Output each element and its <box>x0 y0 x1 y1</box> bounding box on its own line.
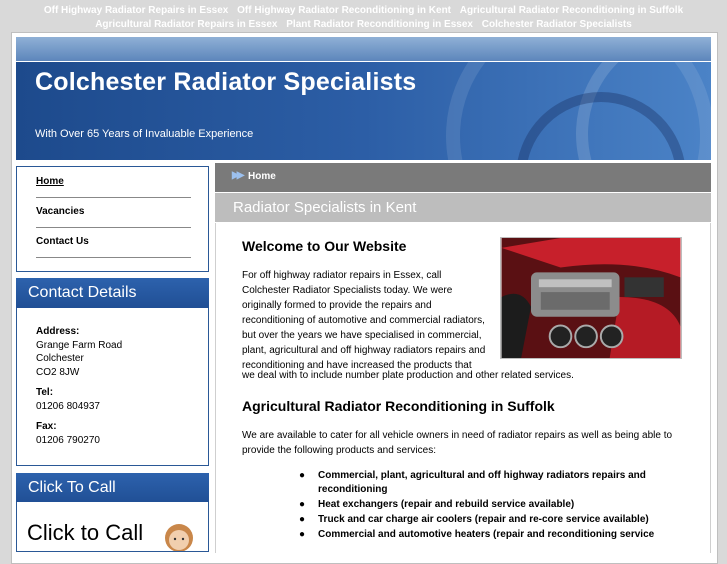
address-line: CO2 8JW <box>36 366 80 378</box>
fax-label: Fax: <box>36 421 57 432</box>
list-item: ● Heat exchangers (repair and rebuild ser… <box>242 498 682 512</box>
header-strip <box>16 37 711 61</box>
list-item: ● Commercial and automotive heaters (repa… <box>242 528 682 542</box>
welcome-heading: Welcome to Our Website <box>242 238 407 254</box>
site-tagline: With Over 65 Years of Invaluable Experie… <box>35 128 254 140</box>
services-intro: We are available to cater for all vehicl… <box>242 430 673 456</box>
nav-item-vacancies[interactable]: Vacancies <box>36 197 191 228</box>
list-item-text: Truck and car charge air coolers (repair… <box>318 514 649 525</box>
fax-number: 01206 790270 <box>36 434 100 446</box>
top-link[interactable]: Off Highway Radiator Repairs in Essex <box>44 5 229 16</box>
tel-number[interactable]: 01206 804937 <box>36 400 208 414</box>
click-to-call-text: Click to Call <box>27 520 144 545</box>
click-to-call-heading: Click To Call <box>16 473 209 503</box>
sidebar-nav: Home Vacancies Contact Us <box>16 166 209 272</box>
list-item-text: Commercial, plant, agricultural and off … <box>318 470 646 495</box>
address-line: Grange Farm Road <box>36 339 123 351</box>
tel-label: Tel: <box>36 387 54 398</box>
header-banner: Colchester Radiator Specialists With Ove… <box>16 62 711 160</box>
products-list: ● Commercial, plant, agricultural and off… <box>242 469 682 543</box>
bullet-icon: ● <box>299 514 306 525</box>
list-item-text: Commercial and automotive heaters (repai… <box>318 529 655 540</box>
site-title: Colchester Radiator Specialists <box>35 68 417 96</box>
intro-paragraph: For off highway radiator repairs in Esse… <box>242 270 486 371</box>
nav-item-contact-us[interactable]: Contact Us <box>36 227 191 258</box>
nav-item-home[interactable]: Home <box>36 167 191 198</box>
contact-details-heading: Contact Details <box>16 278 209 308</box>
top-link[interactable]: Colchester Radiator Specialists <box>482 19 632 30</box>
operator-avatar-icon <box>165 524 193 551</box>
engine-bay-photo <box>500 237 682 359</box>
agricultural-heading: Agricultural Radiator Reconditioning in … <box>242 398 555 414</box>
breadcrumb: ▶▶ Home <box>215 163 711 192</box>
page-heading: Radiator Specialists in Kent <box>215 193 711 222</box>
list-item-text: Heat exchangers (repair and rebuild serv… <box>318 499 575 510</box>
intro-paragraph-end: we deal with to include number plate pro… <box>242 370 574 381</box>
bullet-icon: ● <box>299 499 306 510</box>
top-link[interactable]: Agricultural Radiator Repairs in Essex <box>95 19 277 30</box>
top-link[interactable]: Agricultural Radiator Reconditioning in … <box>460 5 683 16</box>
nav-item-label: Home <box>36 176 64 187</box>
address-line: Colchester <box>36 353 84 364</box>
address-label: Address: <box>36 326 80 337</box>
breadcrumb-home-link[interactable]: Home <box>248 171 276 182</box>
top-links-bar: Off Highway Radiator Repairs in Essex Of… <box>0 0 727 34</box>
list-item: ● Commercial, plant, agricultural and off… <box>242 469 682 497</box>
contact-details-panel: Address: Grange Farm Road Colchester CO2… <box>16 308 209 466</box>
double-arrow-icon: ▶▶ <box>232 170 245 181</box>
top-link[interactable]: Plant Radiator Reconditioning in Essex <box>286 19 473 30</box>
nav-item-label: Contact Us <box>36 236 89 247</box>
bullet-icon: ● <box>299 470 306 481</box>
nav-item-label: Vacancies <box>36 206 85 217</box>
bullet-icon: ● <box>299 529 306 540</box>
main-content: Welcome to Our Website For off highway r… <box>215 223 711 553</box>
list-item: ● Truck and car charge air coolers (repai… <box>242 513 682 527</box>
top-link[interactable]: Off Highway Radiator Reconditioning in K… <box>237 5 451 16</box>
